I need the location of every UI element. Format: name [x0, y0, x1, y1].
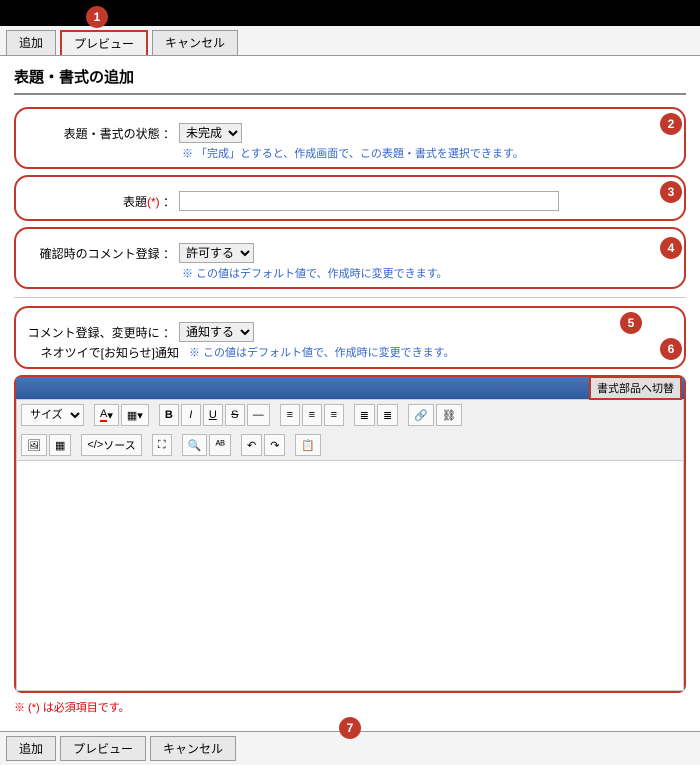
bottom-tab-add[interactable]: 追加 [6, 736, 56, 761]
divider [14, 297, 686, 298]
switch-format-parts-button[interactable]: 書式部品へ切替 [589, 376, 682, 400]
ordered-list-icon[interactable]: ≣ [354, 404, 375, 426]
link-icon[interactable]: 🔗 [408, 404, 434, 426]
italic-icon[interactable]: I [181, 404, 201, 426]
find-icon[interactable]: 🔍 [182, 434, 208, 456]
font-size-select[interactable]: サイズ [21, 404, 84, 426]
maximize-icon[interactable]: ⛶ [152, 434, 172, 456]
notify-block: コメント登録、変更時に ： 通知する ネオツイで[お知らせ]通知 ※ この値はデ… [14, 306, 686, 369]
confirm-comment-label: 確認時のコメント登録 ： [24, 243, 179, 262]
table-icon[interactable]: ▦ [49, 434, 71, 456]
bottom-tab-preview[interactable]: プレビュー [60, 736, 146, 761]
status-hint: ※ 「完成」とすると、作成画面で、この表題・書式を選択できます。 [182, 145, 676, 161]
redo-icon[interactable]: ↷ [264, 434, 285, 456]
tab-cancel[interactable]: キャンセル [152, 30, 238, 55]
confirm-comment-select[interactable]: 許可する [179, 243, 254, 263]
status-label: 表題・書式の状態 ： [24, 123, 179, 142]
badge-5: 5 [620, 312, 642, 334]
badge-2: 2 [660, 113, 682, 135]
underline-icon[interactable]: U [203, 404, 223, 426]
align-center-icon[interactable]: ≡ [302, 404, 322, 426]
source-button[interactable]: </> ソース [81, 434, 141, 456]
confirm-comment-block: 確認時のコメント登録 ： 許可する ※ この値はデフォルト値で、作成時に変更でき… [14, 227, 686, 289]
replace-icon[interactable]: ᴬᴮ [209, 434, 231, 456]
badge-1: 1 [86, 6, 108, 28]
editor-header-bar: 書式部品へ切替 [16, 377, 684, 399]
required-footnote: ※ (*) は必須項目です。 [14, 699, 686, 715]
align-left-icon[interactable]: ≡ [280, 404, 300, 426]
image-icon[interactable]: 🖼 [21, 434, 47, 456]
title-block: 表題(*) ： [14, 175, 686, 221]
unordered-list-icon[interactable]: ≣ [377, 404, 398, 426]
page-title: 表題・書式の追加 [14, 66, 686, 95]
strike-icon[interactable]: S [225, 404, 245, 426]
bold-icon[interactable]: B [159, 404, 179, 426]
tab-preview[interactable]: プレビュー [60, 30, 148, 55]
title-label: 表題(*) ： [24, 191, 179, 210]
status-select[interactable]: 未完成 [179, 123, 242, 143]
hr-icon[interactable]: — [247, 404, 270, 426]
title-input[interactable] [179, 191, 559, 211]
editor-textarea[interactable] [16, 461, 684, 691]
text-color-icon[interactable]: A▾ [94, 404, 119, 426]
notify-select[interactable]: 通知する [179, 322, 254, 342]
badge-7: 7 [339, 717, 361, 739]
unlink-icon[interactable]: ⛓ [436, 404, 462, 426]
bg-color-icon[interactable]: ▦▾ [121, 404, 149, 426]
tab-add[interactable]: 追加 [6, 30, 56, 55]
undo-icon[interactable]: ↶ [241, 434, 262, 456]
bottom-tab-cancel[interactable]: キャンセル [150, 736, 236, 761]
align-right-icon[interactable]: ≡ [324, 404, 344, 426]
badge-4: 4 [660, 237, 682, 259]
badge-3: 3 [660, 181, 682, 203]
badge-6: 6 [660, 338, 682, 360]
editor-block: 書式部品へ切替 サイズ A▾ ▦▾ B I U S — ≡ ≡ ≡ [14, 375, 686, 693]
top-tabbar: 追加 プレビュー キャンセル [0, 26, 700, 56]
notify-label: コメント登録、変更時に ： [24, 322, 179, 341]
content-area: 表題・書式の追加 表題・書式の状態 ： 未完成 ※ 「完成」とすると、作成画面で… [0, 56, 700, 731]
status-block: 表題・書式の状態 ： 未完成 ※ 「完成」とすると、作成画面で、この表題・書式を… [14, 107, 686, 169]
paste-icon[interactable]: 📋 [295, 434, 321, 456]
notify-label-line2: ネオツイで[お知らせ]通知 [24, 344, 179, 361]
confirm-comment-hint: ※ この値はデフォルト値で、作成時に変更できます。 [182, 265, 676, 281]
editor-toolbar: サイズ A▾ ▦▾ B I U S — ≡ ≡ ≡ ≣ ≣ [16, 399, 684, 461]
notify-hint: ※ この値はデフォルト値で、作成時に変更できます。 [189, 344, 455, 361]
